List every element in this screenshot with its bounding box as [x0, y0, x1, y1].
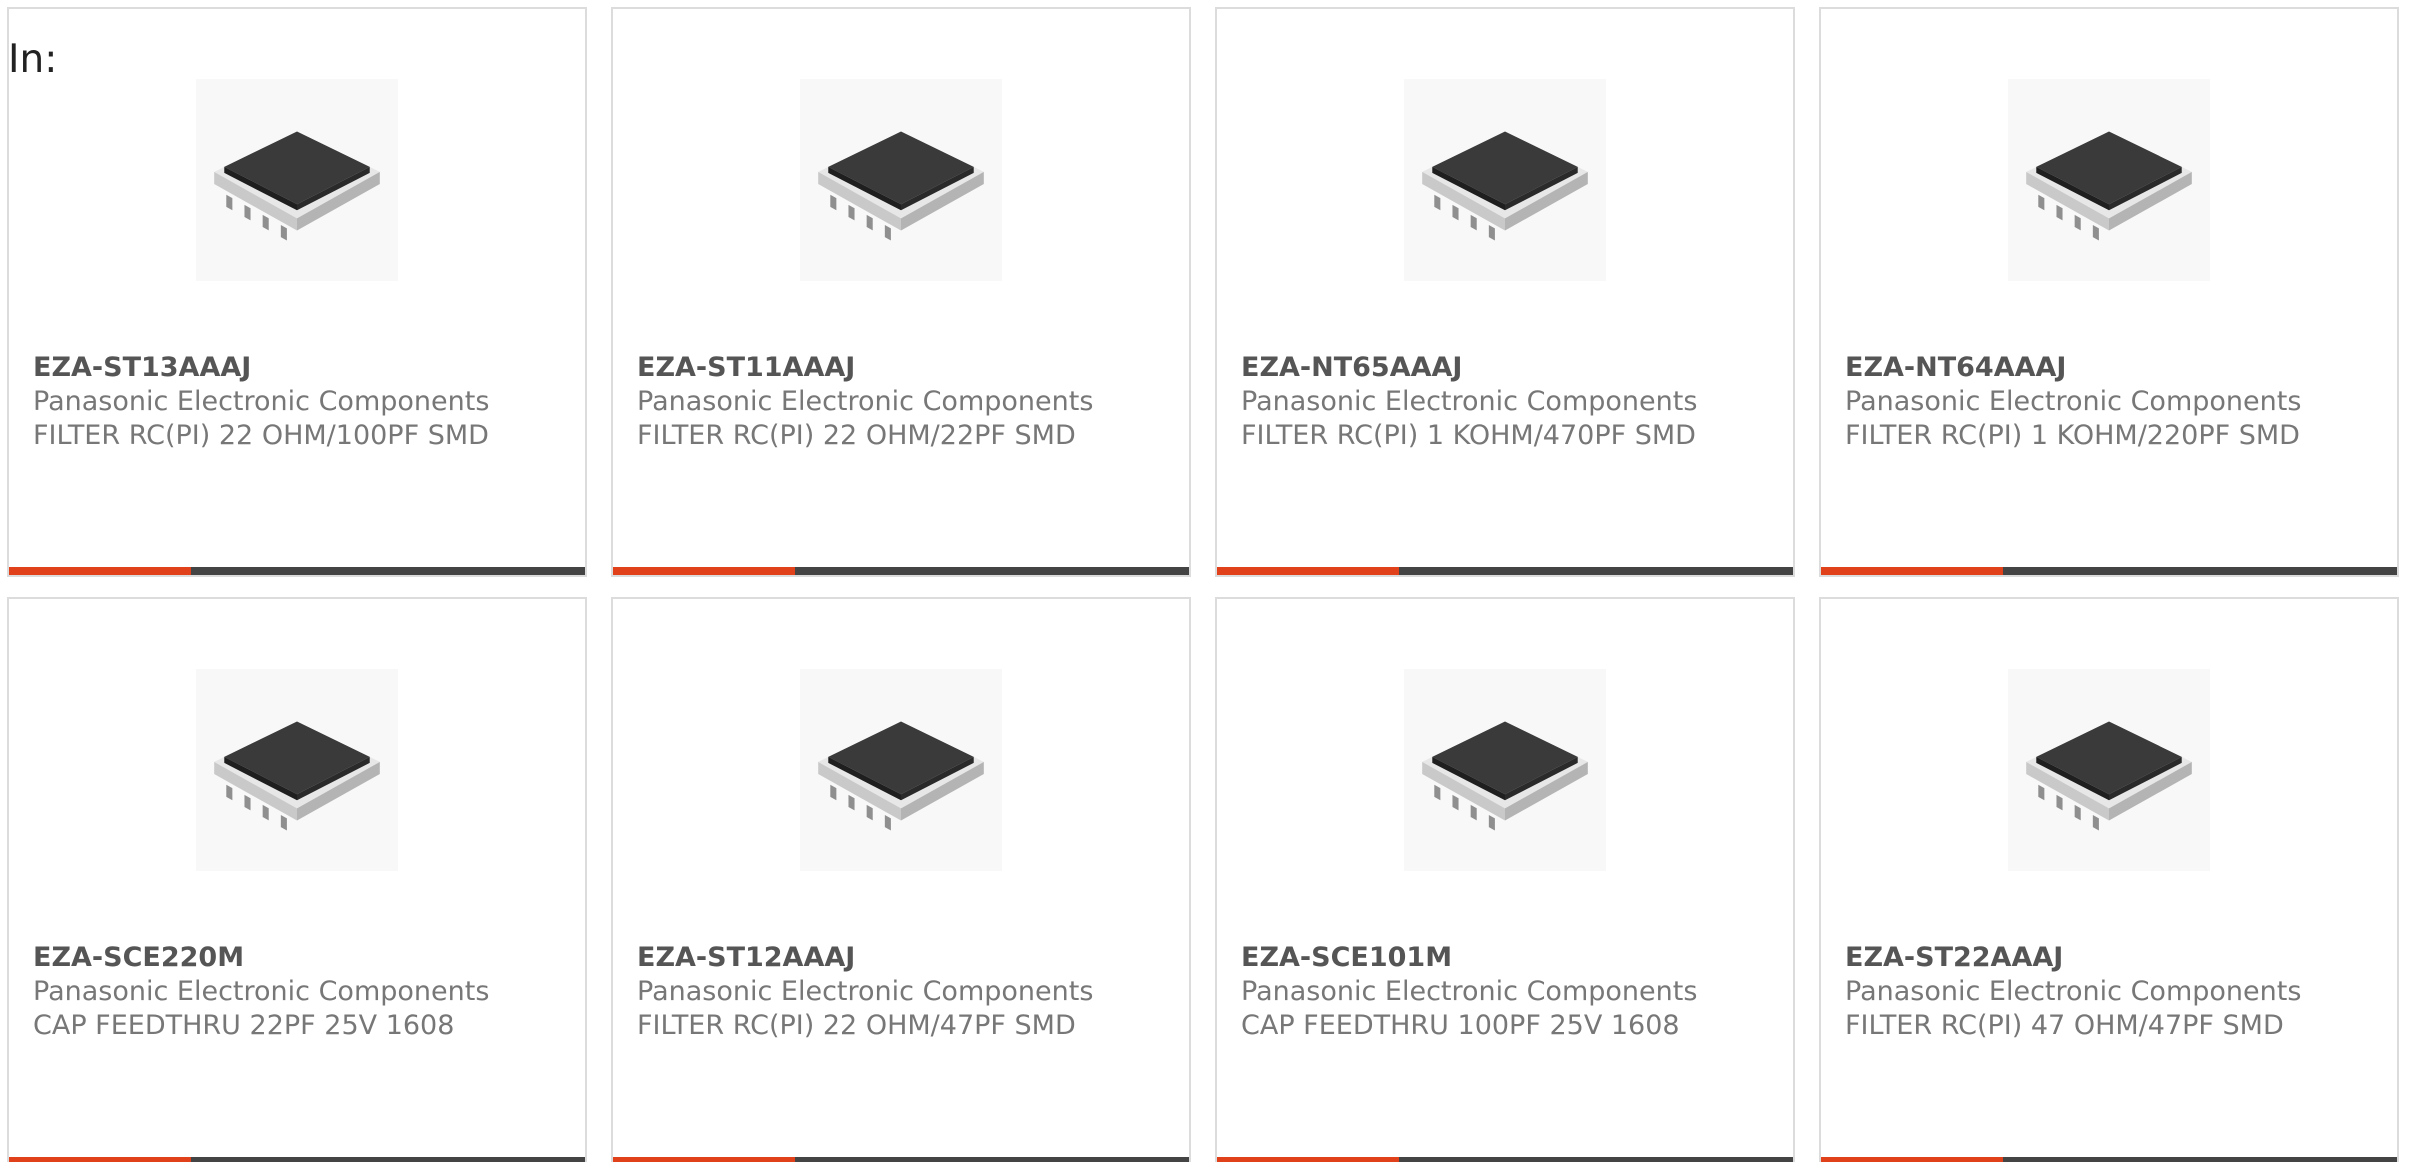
description: FILTER RC(PI) 47 OHM/47PF SMD	[1845, 1010, 2284, 1041]
card-footer-accent	[9, 1157, 191, 1162]
product-card[interactable]: EZA-ST22AAAJ Panasonic Electronic Compon…	[1819, 597, 2399, 1162]
product-info: EZA-ST13AAAJ Panasonic Electronic Compon…	[33, 351, 493, 453]
chip-array-icon	[2008, 79, 2210, 281]
part-number: EZA-ST11AAAJ	[637, 352, 856, 383]
product-card[interactable]: EZA-NT64AAAJ Panasonic Electronic Compon…	[1819, 7, 2399, 577]
card-footer-accent	[9, 567, 191, 575]
card-footer-bar	[1217, 1157, 1793, 1162]
manufacturer: Panasonic Electronic Components	[637, 976, 1094, 1007]
description: FILTER RC(PI) 1 KOHM/220PF SMD	[1845, 420, 2300, 451]
manufacturer: Panasonic Electronic Components	[637, 386, 1094, 417]
description: FILTER RC(PI) 22 OHM/22PF SMD	[637, 420, 1076, 451]
chip-array-icon	[800, 79, 1002, 281]
card-footer-bar	[9, 567, 585, 575]
product-grid-page: In: EZA-ST13AAAJ Panasonic Electronic Co…	[0, 0, 2410, 1162]
card-footer-bar	[1821, 1157, 2397, 1162]
part-number: EZA-ST13AAAJ	[33, 352, 252, 383]
manufacturer: Panasonic Electronic Components	[1845, 386, 2302, 417]
product-card[interactable]: EZA-ST12AAAJ Panasonic Electronic Compon…	[611, 597, 1191, 1162]
product-card[interactable]: EZA-SCE220M Panasonic Electronic Compone…	[7, 597, 587, 1162]
card-footer-accent	[613, 1157, 795, 1162]
manufacturer: Panasonic Electronic Components	[1241, 386, 1698, 417]
card-footer-bar	[613, 1157, 1189, 1162]
manufacturer: Panasonic Electronic Components	[33, 976, 490, 1007]
card-footer-accent	[1821, 567, 2003, 575]
card-footer-bar	[613, 567, 1189, 575]
card-footer-accent	[1821, 1157, 2003, 1162]
card-footer-accent	[613, 567, 795, 575]
product-info: EZA-ST22AAAJ Panasonic Electronic Compon…	[1845, 941, 2305, 1043]
chip-array-icon	[1404, 79, 1606, 281]
description: FILTER RC(PI) 22 OHM/47PF SMD	[637, 1010, 1076, 1041]
product-grid: EZA-ST13AAAJ Panasonic Electronic Compon…	[7, 7, 2399, 1162]
chip-array-icon	[800, 669, 1002, 871]
chip-array-icon	[196, 669, 398, 871]
card-footer-bar	[1821, 567, 2397, 575]
card-footer-bar	[1217, 567, 1793, 575]
part-number: EZA-ST12AAAJ	[637, 942, 856, 973]
section-heading: In:	[8, 37, 58, 82]
part-number: EZA-SCE220M	[33, 942, 245, 973]
part-number: EZA-ST22AAAJ	[1845, 942, 2064, 973]
product-card[interactable]: EZA-SCE101M Panasonic Electronic Compone…	[1215, 597, 1795, 1162]
description: CAP FEEDTHRU 22PF 25V 1608	[33, 1010, 455, 1041]
product-card[interactable]: EZA-NT65AAAJ Panasonic Electronic Compon…	[1215, 7, 1795, 577]
part-number: EZA-SCE101M	[1241, 942, 1453, 973]
part-number: EZA-NT64AAAJ	[1845, 352, 2067, 383]
manufacturer: Panasonic Electronic Components	[1845, 976, 2302, 1007]
product-info: EZA-ST11AAAJ Panasonic Electronic Compon…	[637, 351, 1097, 453]
description: CAP FEEDTHRU 100PF 25V 1608	[1241, 1010, 1680, 1041]
chip-array-icon	[196, 79, 398, 281]
manufacturer: Panasonic Electronic Components	[1241, 976, 1698, 1007]
part-number: EZA-NT65AAAJ	[1241, 352, 1463, 383]
product-card[interactable]: EZA-ST11AAAJ Panasonic Electronic Compon…	[611, 7, 1191, 577]
manufacturer: Panasonic Electronic Components	[33, 386, 490, 417]
chip-array-icon	[1404, 669, 1606, 871]
description: FILTER RC(PI) 22 OHM/100PF SMD	[33, 420, 489, 451]
chip-array-icon	[2008, 669, 2210, 871]
product-card[interactable]: EZA-ST13AAAJ Panasonic Electronic Compon…	[7, 7, 587, 577]
product-info: EZA-SCE220M Panasonic Electronic Compone…	[33, 941, 493, 1043]
description: FILTER RC(PI) 1 KOHM/470PF SMD	[1241, 420, 1696, 451]
card-footer-bar	[9, 1157, 585, 1162]
card-footer-accent	[1217, 1157, 1399, 1162]
card-footer-accent	[1217, 567, 1399, 575]
product-info: EZA-NT65AAAJ Panasonic Electronic Compon…	[1241, 351, 1701, 453]
product-info: EZA-SCE101M Panasonic Electronic Compone…	[1241, 941, 1701, 1043]
product-info: EZA-NT64AAAJ Panasonic Electronic Compon…	[1845, 351, 2305, 453]
product-info: EZA-ST12AAAJ Panasonic Electronic Compon…	[637, 941, 1097, 1043]
